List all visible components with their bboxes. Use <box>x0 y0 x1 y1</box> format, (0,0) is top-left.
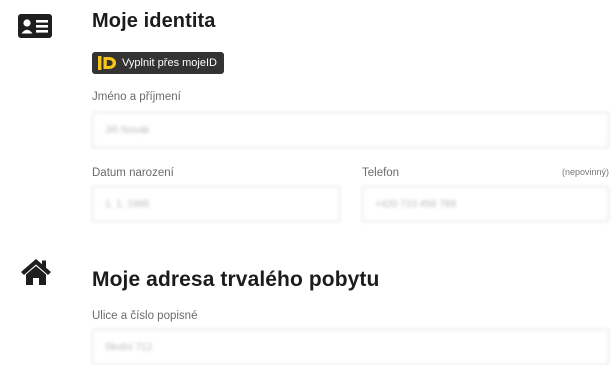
phone-optional-note: (nepovinný) <box>561 167 609 177</box>
registration-form: Moje identita Vyplnit přes mojeID Jméno … <box>0 0 611 365</box>
id-card-icon <box>18 14 52 43</box>
mojeid-button-label: Vyplnit přes mojeID <box>122 57 217 69</box>
street-label: Ulice a číslo popisné <box>92 310 198 322</box>
mojeid-logo-icon <box>98 56 116 70</box>
fill-via-mojeid-button[interactable]: Vyplnit přes mojeID <box>92 52 224 74</box>
birth-date-field[interactable] <box>92 186 340 222</box>
birth-date-label: Datum narození <box>92 167 174 179</box>
phone-label: Telefon <box>362 167 400 179</box>
home-icon <box>20 258 52 291</box>
section-title-address: Moje adresa trvalého pobytu <box>92 268 380 291</box>
name-field[interactable] <box>92 112 609 148</box>
phone-field[interactable] <box>362 186 609 222</box>
section-title-identity: Moje identita <box>92 10 216 32</box>
street-field[interactable] <box>92 329 609 365</box>
name-label: Jméno a příjmení <box>92 91 181 103</box>
